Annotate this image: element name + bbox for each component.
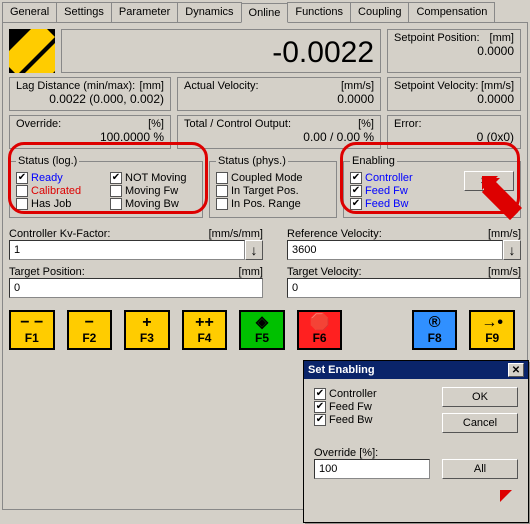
dlg-chk-controller[interactable]: ✔Controller — [314, 388, 430, 400]
dlg-cancel-button[interactable]: Cancel — [442, 413, 518, 433]
f2-button[interactable]: −F2 — [67, 310, 113, 350]
goto-icon: →• — [481, 315, 503, 331]
plus-icon: + — [142, 315, 151, 331]
status-phys-legend: Status (phys.) — [216, 155, 288, 167]
hazard-icon — [9, 29, 55, 73]
stop-icon: 🛑 — [310, 315, 330, 331]
start-icon: ◈ — [256, 315, 268, 331]
arrow-to-all-button — [500, 490, 530, 520]
f4-button[interactable]: ++F4 — [182, 310, 228, 350]
f3-button[interactable]: +F3 — [124, 310, 170, 350]
tab-general[interactable]: General — [2, 2, 57, 22]
dlg-chk-feedbw[interactable]: ✔Feed Bw — [314, 414, 430, 426]
dlg-ok-button[interactable]: OK — [442, 387, 518, 407]
kv-dropdown-arrow[interactable]: ↓ — [245, 240, 263, 260]
dlg-override-label: Override [%]: — [314, 447, 430, 459]
tab-settings[interactable]: Settings — [56, 2, 112, 22]
tvel-label: Target Velocity: — [287, 266, 362, 278]
tab-online[interactable]: Online — [241, 3, 289, 23]
kv-input[interactable] — [9, 240, 245, 260]
chk-coupled[interactable]: Coupled Mode — [216, 172, 330, 184]
lag-distance-field: Lag Distance (min/max):[mm] 0.0022 (0.00… — [9, 77, 171, 111]
refvel-label: Reference Velocity: — [287, 228, 382, 240]
tab-parameter[interactable]: Parameter — [111, 2, 178, 22]
tab-compensation[interactable]: Compensation — [408, 2, 495, 22]
main-position-readout: -0.0022 — [61, 29, 381, 73]
chk-intarget[interactable]: In Target Pos. — [216, 185, 330, 197]
dlg-override-input[interactable] — [314, 459, 430, 479]
dialog-close-button[interactable]: ✕ — [508, 363, 524, 377]
f9-button[interactable]: →•F9 — [469, 310, 515, 350]
dlg-all-button[interactable]: All — [442, 459, 518, 479]
reset-icon: ® — [429, 315, 441, 331]
f5-button[interactable]: ◈F5 — [239, 310, 285, 350]
dlg-chk-feedfw[interactable]: ✔Feed Fw — [314, 401, 430, 413]
chk-inrange[interactable]: In Pos. Range — [216, 198, 330, 210]
f1-button[interactable]: − −F1 — [9, 310, 55, 350]
set-enabling-dialog: Set Enabling ✕ ✔Controller ✔Feed Fw ✔Fee… — [303, 360, 529, 523]
refvel-unit: [mm/s] — [488, 228, 521, 240]
f8-button[interactable]: ®F8 — [412, 310, 458, 350]
dialog-title-bar[interactable]: Set Enabling ✕ — [304, 361, 528, 379]
setpoint-position-field: Setpoint Position:[mm] 0.0000 — [387, 29, 521, 73]
tvel-unit: [mm/s] — [488, 266, 521, 278]
double-minus-icon: − − — [20, 315, 43, 331]
tab-dynamics[interactable]: Dynamics — [177, 2, 241, 22]
tab-coupling[interactable]: Coupling — [350, 2, 409, 22]
tab-bar: General Settings Parameter Dynamics Onli… — [0, 0, 530, 22]
tpos-label: Target Position: — [9, 266, 85, 278]
actual-velocity-field: Actual Velocity:[mm/s] 0.0000 — [177, 77, 381, 111]
kv-unit: [mm/s/mm] — [209, 228, 263, 240]
tpos-input[interactable] — [9, 278, 263, 298]
setpoint-velocity-field: Setpoint Velocity:[mm/s] 0.0000 — [387, 77, 521, 111]
status-phys-group: Status (phys.) Coupled Mode In Target Po… — [209, 155, 337, 218]
dialog-title: Set Enabling — [308, 364, 375, 376]
tvel-input[interactable] — [287, 278, 521, 298]
arrow-to-set-button — [482, 176, 526, 220]
tpos-unit: [mm] — [239, 266, 263, 278]
double-plus-icon: ++ — [195, 315, 214, 331]
refvel-input[interactable] — [287, 240, 503, 260]
refvel-dropdown-arrow[interactable]: ↓ — [503, 240, 521, 260]
tab-functions[interactable]: Functions — [287, 2, 351, 22]
f6-button[interactable]: 🛑F6 — [297, 310, 343, 350]
kv-label: Controller Kv-Factor: — [9, 228, 110, 240]
highlight-status-log — [8, 142, 208, 214]
minus-icon: − — [85, 315, 94, 331]
